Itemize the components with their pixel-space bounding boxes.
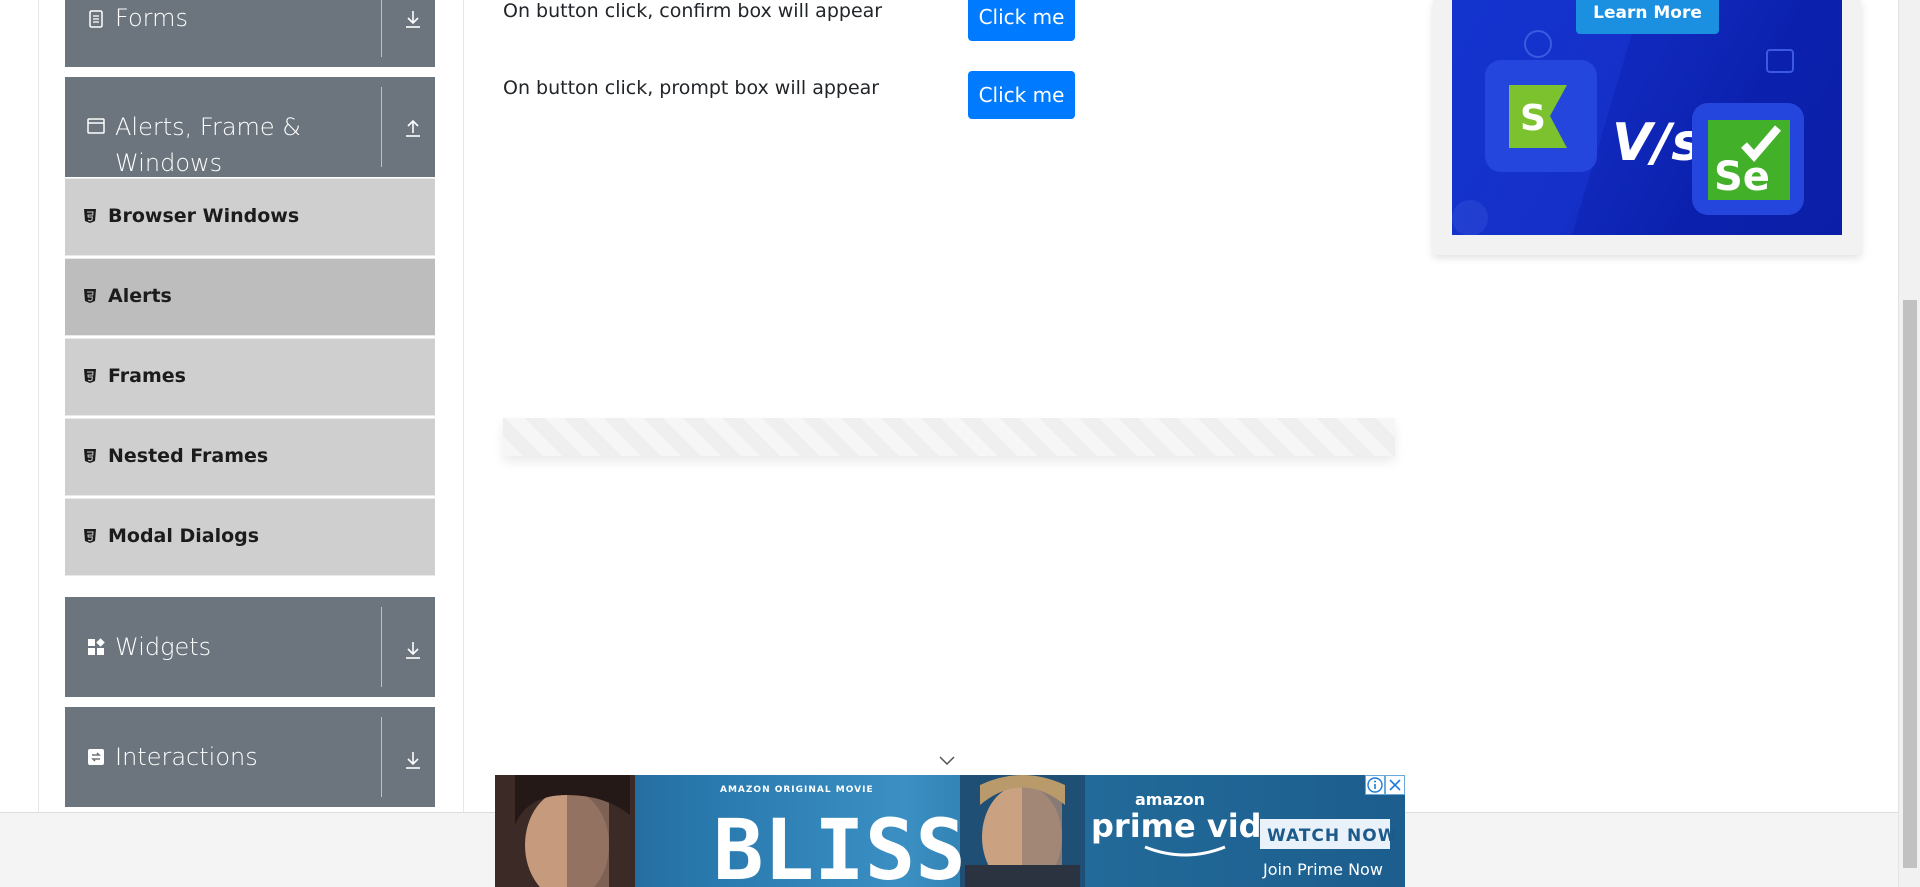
collapse-upload-icon[interactable] xyxy=(402,117,424,139)
vs-text: V/s xyxy=(1612,113,1702,173)
submenu-label: Modal Dialogs xyxy=(108,525,260,547)
right-logo-text: Se xyxy=(1714,154,1770,200)
learn-more-button[interactable]: Learn More xyxy=(1576,0,1719,34)
vertical-scrollbar[interactable] xyxy=(1898,0,1920,887)
window-icon xyxy=(87,118,105,134)
submenu-item-browser-windows[interactable]: Browser Windows xyxy=(65,178,435,256)
prompt-button[interactable]: Click me xyxy=(968,71,1075,119)
submenu-item-nested-frames[interactable]: Nested Frames xyxy=(65,418,435,496)
submenu-label: Nested Frames xyxy=(108,445,269,467)
ad-tagline: AMAZON ORIGINAL MOVIE xyxy=(720,785,874,795)
side-ad[interactable]: S V/s Se xyxy=(1452,0,1842,235)
bottom-ad-graphic: AMAZON ORIGINAL MOVIE BLISS amazon prime… xyxy=(495,775,1397,887)
submenu-item-alerts[interactable]: Alerts xyxy=(65,258,435,336)
submenu-label: Alerts xyxy=(108,285,172,307)
submenu-alerts-frame-windows: Browser Windows Alerts Frames Nested Fra… xyxy=(65,178,435,578)
ad-placeholder-strip xyxy=(503,418,1395,456)
ad-cta: WATCH NOW xyxy=(1267,826,1397,846)
scrollbar-thumb[interactable] xyxy=(1903,300,1917,868)
header-divider xyxy=(381,607,382,687)
html5-icon xyxy=(84,209,96,223)
header-divider xyxy=(381,717,382,797)
html5-icon xyxy=(84,369,96,383)
ad-close-icon[interactable] xyxy=(1385,775,1405,795)
ad-footer: Join Prime Now xyxy=(1262,860,1383,879)
submenu-item-frames[interactable]: Frames xyxy=(65,338,435,416)
chevron-down-icon[interactable] xyxy=(938,755,956,767)
group-title-widgets: Widgets xyxy=(115,633,212,661)
html5-icon xyxy=(84,289,96,303)
confirm-button[interactable]: Click me xyxy=(968,0,1075,41)
group-title-alerts: Alerts, Frame & Windows xyxy=(115,109,301,181)
bottom-banner-ad[interactable]: AMAZON ORIGINAL MOVIE BLISS amazon prime… xyxy=(495,775,1405,887)
submenu-label: Browser Windows xyxy=(108,205,300,227)
group-header-forms[interactable]: Forms xyxy=(65,0,435,67)
interactions-icon xyxy=(88,749,104,765)
prompt-alert-text: On button click, prompt box will appear xyxy=(503,77,880,99)
header-divider xyxy=(381,0,382,57)
ad-title: BLISS xyxy=(713,801,966,887)
group-header-interactions[interactable]: Interactions xyxy=(65,707,435,807)
expand-download-icon[interactable] xyxy=(402,639,424,661)
left-panel: Forms Alerts, Frame & Windows Browser Wi… xyxy=(38,0,464,812)
expand-download-icon[interactable] xyxy=(402,749,424,771)
submenu-label: Frames xyxy=(108,365,186,387)
confirm-alert-text: On button click, confirm box will appear xyxy=(503,0,883,22)
group-title-interactions: Interactions xyxy=(115,743,258,771)
expand-download-icon[interactable] xyxy=(402,8,424,30)
group-header-widgets[interactable]: Widgets xyxy=(65,597,435,697)
group-title-forms: Forms xyxy=(115,4,188,32)
html5-icon xyxy=(84,529,96,543)
document-icon xyxy=(89,10,103,28)
ad-info-icon[interactable] xyxy=(1365,775,1385,795)
group-title-line1: Alerts, Frame & xyxy=(115,113,302,141)
html5-icon xyxy=(84,449,96,463)
widgets-icon xyxy=(88,638,105,655)
submenu-item-modal-dialogs[interactable]: Modal Dialogs xyxy=(65,498,435,576)
left-logo-letter: S xyxy=(1520,98,1546,139)
header-divider xyxy=(381,87,382,167)
group-header-alerts-frame-windows[interactable]: Alerts, Frame & Windows xyxy=(65,77,435,177)
side-ad-graphic: S V/s Se xyxy=(1452,0,1842,235)
group-title-line2: Windows xyxy=(115,149,223,177)
